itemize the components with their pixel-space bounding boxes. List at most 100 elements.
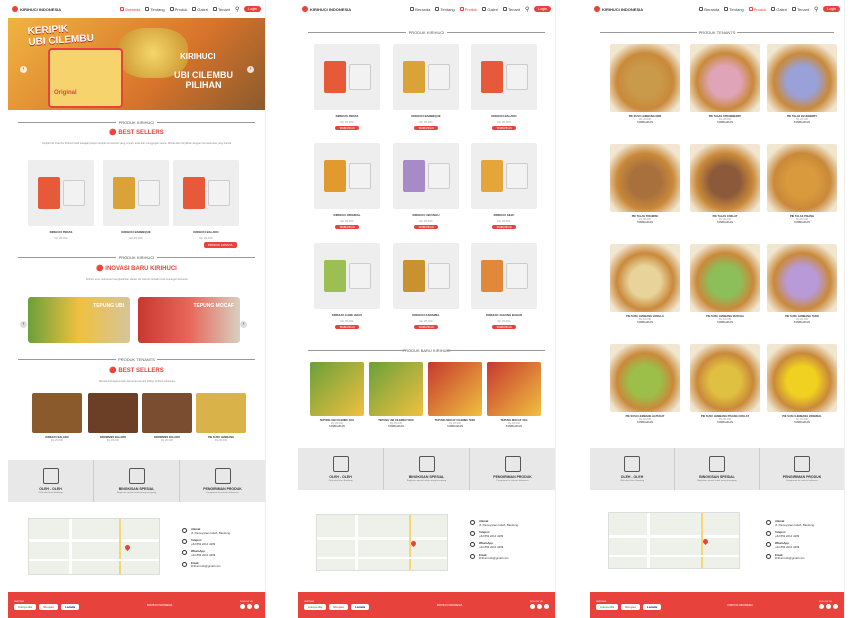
add-to-cart-button[interactable]: TAMBAHKAN — [335, 126, 359, 130]
youtube-icon[interactable] — [832, 604, 838, 609]
youtube-icon[interactable] — [543, 604, 549, 609]
add-to-cart-button[interactable]: TAMBAHKAN — [690, 321, 760, 324]
location-map[interactable] — [28, 518, 160, 575]
instagram-icon[interactable] — [529, 604, 535, 609]
partner-logo[interactable]: Lazada — [643, 603, 662, 610]
banner-tepung-ubi[interactable]: TEPUNG UBI — [28, 297, 130, 343]
add-to-cart-button[interactable]: TAMBAHKAN — [414, 325, 438, 329]
nav-tentang[interactable]: Tentang — [145, 7, 165, 12]
product-card[interactable]: KIRIHUCI KEJU Rp 25.000 TAMBAHKAN — [471, 143, 537, 229]
nav-beranda[interactable]: Beranda — [410, 7, 430, 12]
add-to-cart-button[interactable]: TAMBAHKAN — [610, 121, 680, 124]
brand-logo[interactable]: KIRIHUCI INDONESIA — [302, 6, 351, 12]
product-card[interactable]: KIRIHUCI JAGUNG BAKAR Rp 25.000 TAMBAHKAN — [471, 243, 537, 329]
nav-galeri[interactable]: Galeri — [192, 7, 208, 12]
new-product-card[interactable]: TEPUNG MOCAF 1KG Rp 45.000 TAMBAHKAN — [487, 362, 541, 428]
nav-tenant[interactable]: Tenant — [792, 7, 809, 12]
partner-logo[interactable]: tokopedia — [14, 603, 37, 610]
add-to-cart-button[interactable]: TAMBAHKAN — [428, 425, 482, 428]
instagram-icon[interactable] — [818, 604, 824, 609]
tenant-card[interactable]: PIE TALAS TIRAMISU Rp 30.000 TAMBAHKAN — [610, 144, 680, 224]
chevron-left-icon[interactable]: ‹ — [20, 321, 27, 328]
facebook-icon[interactable] — [246, 604, 252, 609]
facebook-icon[interactable] — [825, 604, 831, 609]
partner-logo[interactable]: tokopedia — [596, 603, 619, 610]
add-to-cart-button[interactable]: TAMBAHKAN — [492, 126, 516, 130]
product-card[interactable]: KIRIHUCI PEDAS Rp 25.000 — [28, 160, 94, 240]
tenant-card[interactable]: PIE SUSU LEMBANG Rp 30.000 — [196, 393, 246, 442]
new-product-card[interactable]: TEPUNG UBI CILEMBU 500G Rp 25.000 TAMBAHKA… — [369, 362, 423, 428]
product-card[interactable]: KIRIHUCI BARBEQUE Rp 25.000 — [103, 160, 169, 240]
add-to-cart-button[interactable]: TAMBAHKAN — [369, 425, 423, 428]
product-card[interactable]: KIRIHUCI KARAMEL Rp 25.000 TAMBAHKAN — [393, 243, 459, 329]
product-card[interactable]: KIRIHUCI CABE HIJAU Rp 25.000 TAMBAHKAN — [314, 243, 380, 329]
nav-galeri[interactable]: Galeri — [482, 7, 498, 12]
tenant-card[interactable]: PIE TALAS BLUEBERRY Rp 30.000 TAMBAHKAN — [767, 44, 837, 124]
brand-logo[interactable]: KIRIHUCI INDONESIA — [594, 6, 643, 12]
add-to-cart-button[interactable]: TAMBAHKAN — [414, 126, 438, 130]
search-icon[interactable]: ⚲ — [525, 6, 529, 13]
add-to-cart-button[interactable]: TAMBAHKAN — [414, 225, 438, 229]
tenant-card[interactable]: KIRIHUCI BALADO Rp 25.000 — [32, 393, 82, 442]
product-card[interactable]: KIRIHUCI BALADO Rp 25.000 — [173, 160, 239, 240]
banner-tepung-mocaf[interactable]: TEPUNG MOCAF — [138, 297, 240, 343]
tenant-card[interactable]: PIE TALAS PISANG Rp 30.000 TAMBAHKAN — [767, 144, 837, 224]
add-to-cart-button[interactable]: TAMBAHKAN — [492, 225, 516, 229]
nav-tenant[interactable]: Tenant — [503, 7, 520, 12]
facebook-icon[interactable] — [536, 604, 542, 609]
add-to-cart-button[interactable]: TAMBAHKAN — [767, 321, 837, 324]
add-to-cart-button[interactable]: TAMBAHKAN — [610, 221, 680, 224]
add-to-cart-button[interactable]: TAMBAHKAN — [610, 421, 680, 424]
partner-logo[interactable]: Shopee — [621, 603, 641, 610]
add-to-cart-button[interactable]: TAMBAHKAN — [335, 225, 359, 229]
nav-tenant[interactable]: Tenant — [213, 7, 230, 12]
partner-logo[interactable]: Shopee — [329, 603, 349, 610]
login-button[interactable]: Login — [244, 6, 261, 12]
add-to-cart-button[interactable]: TAMBAHKAN — [690, 121, 760, 124]
nav-tentang[interactable]: Tentang — [435, 7, 455, 12]
youtube-icon[interactable] — [253, 604, 259, 609]
tenant-card[interactable]: BROWNIES BALADO Rp 45.000 — [142, 393, 192, 442]
add-to-cart-button[interactable]: TAMBAHKAN — [335, 325, 359, 329]
chevron-right-icon[interactable]: › — [247, 66, 254, 73]
instagram-icon[interactable] — [239, 604, 245, 609]
partner-logo[interactable]: Shopee — [39, 603, 59, 610]
product-card[interactable]: KIRIHUCI ORIGINAL Rp 25.000 TAMBAHKAN — [314, 143, 380, 229]
partner-logo[interactable]: Lazada — [351, 603, 370, 610]
chevron-right-icon[interactable]: › — [240, 321, 247, 328]
brand-logo[interactable]: KIRIHUCI INDONESIA — [12, 6, 61, 12]
add-to-cart-button[interactable]: TAMBAHKAN — [690, 421, 760, 424]
nav-produk[interactable]: Produk — [748, 7, 766, 12]
partner-logo[interactable]: tokopedia — [304, 603, 327, 610]
tenant-card[interactable]: PIE SUSU LEMBANG VANILLA Rp 30.000 TAMBAHK… — [610, 244, 680, 324]
nav-galeri[interactable]: Galeri — [771, 7, 787, 12]
more-products-button[interactable]: PRODUK LAINNYA — [204, 242, 237, 248]
add-to-cart-button[interactable]: TAMBAHKAN — [610, 321, 680, 324]
add-to-cart-button[interactable]: TAMBAHKAN — [310, 425, 364, 428]
tenant-card[interactable]: PIE TALAS STRAWBERRY Rp 30.000 TAMBAHKAN — [690, 44, 760, 124]
tenant-card[interactable]: PIE TALAS COKLAT Rp 30.000 TAMBAHKAN — [690, 144, 760, 224]
product-card[interactable]: KIRIHUCI BARBEQUE Rp 25.000 TAMBAHKAN — [393, 44, 459, 130]
nav-beranda[interactable]: Beranda — [699, 7, 719, 12]
new-product-card[interactable]: TEPUNG UBI CILEMBU 1KG Rp 45.000 TAMBAHKAN — [310, 362, 364, 428]
nav-tentang[interactable]: Tentang — [724, 7, 744, 12]
add-to-cart-button[interactable]: TAMBAHKAN — [767, 421, 837, 424]
product-card[interactable]: KIRIHUCI PEDAS Rp 25.000 TAMBAHKAN — [314, 44, 380, 130]
tenant-card[interactable]: PIE SUSU LEMBANG MATCHA Rp 30.000 TAMBAHKA… — [690, 244, 760, 324]
add-to-cart-button[interactable]: TAMBAHKAN — [487, 425, 541, 428]
add-to-cart-button[interactable]: TAMBAHKAN — [492, 325, 516, 329]
add-to-cart-button[interactable]: TAMBAHKAN — [767, 121, 837, 124]
tenant-card[interactable]: PIE SUSU LEMBANG TARO Rp 30.000 TAMBAHKAN — [767, 244, 837, 324]
tenant-card[interactable]: PIE SUSU LEMBANG PISANG COKLAT Rp 30.000 T… — [690, 344, 760, 424]
partner-logo[interactable]: Lazada — [61, 603, 80, 610]
add-to-cart-button[interactable]: TAMBAHKAN — [767, 221, 837, 224]
tenant-card[interactable]: BROWNIES BALADO Rp 45.000 — [88, 393, 138, 442]
location-map[interactable] — [316, 514, 448, 571]
nav-produk[interactable]: Produk — [169, 7, 187, 12]
location-map[interactable] — [608, 512, 740, 569]
tenant-card[interactable]: PIE SUSU LEMBANG KIWI Rp 30.000 TAMBAHKAN — [610, 44, 680, 124]
tenant-card[interactable]: PIE SUSU LEMBANG ORIGINAL Rp 30.000 TAMBAH… — [767, 344, 837, 424]
product-card[interactable]: KIRIHUCI UBI UNGU Rp 25.000 TAMBAHKAN — [393, 143, 459, 229]
nav-produk[interactable]: Produk — [459, 7, 477, 12]
add-to-cart-button[interactable]: TAMBAHKAN — [690, 221, 760, 224]
